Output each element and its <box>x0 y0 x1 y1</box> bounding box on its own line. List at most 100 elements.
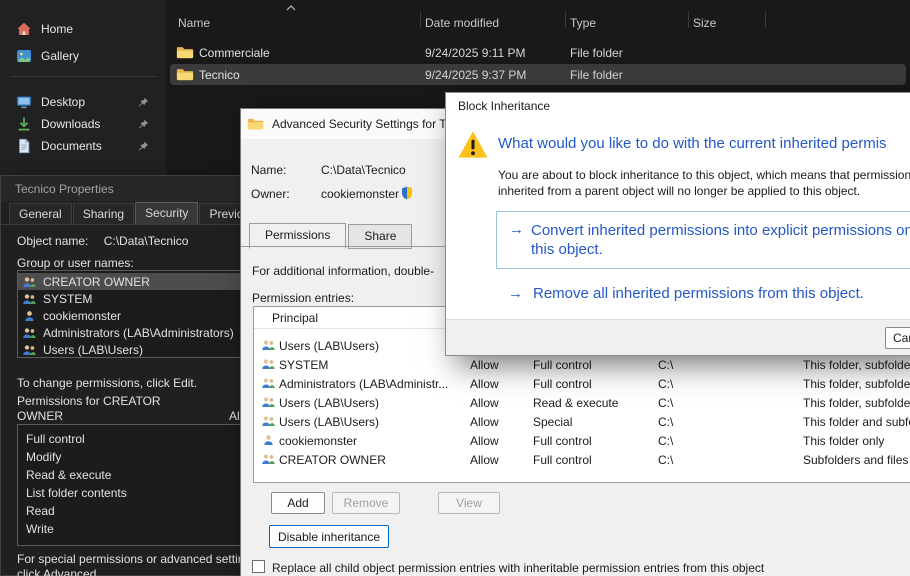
owner-value: cookiemonster <box>321 187 399 201</box>
file-type: File folder <box>570 68 623 82</box>
view-button[interactable]: View <box>438 492 500 514</box>
column-divider[interactable] <box>688 11 689 28</box>
folder-icon <box>176 45 194 60</box>
disable-inheritance-button[interactable]: Disable inheritance <box>269 525 389 548</box>
object-name-value: C:\Data\Tecnico <box>104 234 189 248</box>
groups-label: Group or user names: <box>17 256 134 270</box>
cancel-button[interactable]: Cancel <box>885 327 910 349</box>
block-title: Block Inheritance <box>458 99 550 113</box>
edit-hint: To change permissions, click Edit. <box>17 376 197 390</box>
name-label: Name: <box>251 163 286 177</box>
permission-name: Read <box>26 504 55 518</box>
replace-permissions-checkbox[interactable] <box>252 560 265 573</box>
column-header-type[interactable]: Type <box>570 16 596 30</box>
group-icon <box>261 415 276 427</box>
column-headers: Name Date modified Type Size <box>166 0 910 40</box>
documents-icon <box>16 138 32 154</box>
warning-icon <box>456 129 490 160</box>
entry-inherited-from: C:\ <box>658 396 673 410</box>
column-divider[interactable] <box>565 11 566 28</box>
permission-entry-row[interactable]: CREATOR OWNER Allow Full control C:\ Sub… <box>255 450 910 469</box>
file-name: Tecnico <box>199 68 240 82</box>
sidebar-item-documents[interactable]: Documents <box>5 133 161 159</box>
entry-inherited-from: C:\ <box>658 415 673 429</box>
permission-entry-row[interactable]: Users (LAB\Users) Allow Read & execute C… <box>255 393 910 412</box>
sidebar-item-label: Home <box>41 22 73 36</box>
group-icon <box>261 339 276 351</box>
sidebar-item-gallery[interactable]: Gallery <box>5 43 161 69</box>
file-type: File folder <box>570 46 623 60</box>
home-icon <box>16 21 32 37</box>
file-row-commerciale[interactable]: Commerciale 9/24/2025 9:11 PM File folde… <box>170 42 906 63</box>
group-icon <box>22 276 37 288</box>
entry-type: Allow <box>470 358 499 372</box>
entry-access: Special <box>533 415 572 429</box>
entry-type: Allow <box>470 415 499 429</box>
permission-entry-row[interactable]: Administrators (LAB\Administr... Allow F… <box>255 374 910 393</box>
file-date-modified: 9/24/2025 9:11 PM <box>425 46 526 60</box>
pin-icon <box>138 141 149 152</box>
group-name: SYSTEM <box>43 292 92 306</box>
block-title-bar[interactable]: Block Inheritance <box>446 93 910 119</box>
group-icon <box>261 453 276 465</box>
group-icon <box>261 377 276 389</box>
sidebar-item-label: Downloads <box>41 117 100 131</box>
permission-name: List folder contents <box>26 486 127 500</box>
sidebar-item-label: Desktop <box>41 95 85 109</box>
group-icon <box>22 344 37 356</box>
column-divider[interactable] <box>765 11 766 28</box>
object-name-label: Object name: <box>17 234 88 248</box>
column-header-size[interactable]: Size <box>693 16 716 30</box>
properties-title: Tecnico Properties <box>15 182 114 196</box>
tab-security[interactable]: Security <box>135 202 198 225</box>
remove-permissions-link[interactable]: → Remove all inherited permissions from … <box>508 285 864 302</box>
entry-applies-to: This folder and subfo <box>803 415 910 429</box>
file-row-tecnico[interactable]: Tecnico 9/24/2025 9:37 PM File folder <box>170 64 906 85</box>
permissions-label: Permissions for CREATOR OWNER <box>17 394 189 424</box>
entry-principal: Users (LAB\Users) <box>279 339 379 353</box>
permission-entry-row[interactable]: cookiemonster Allow Full control C:\ Thi… <box>255 431 910 450</box>
permission-entry-row[interactable]: Users (LAB\Users) Allow Special C:\ This… <box>255 412 910 431</box>
column-divider[interactable] <box>420 11 421 28</box>
add-button[interactable]: Add <box>271 492 325 514</box>
entry-access: Full control <box>533 453 592 467</box>
entry-principal: Users (LAB\Users) <box>279 396 379 410</box>
file-name: Commerciale <box>199 46 270 60</box>
group-icon <box>261 358 276 370</box>
entry-principal: Administrators (LAB\Administr... <box>279 377 448 391</box>
remove-button[interactable]: Remove <box>332 492 400 514</box>
principal-column-header: Principal <box>272 311 318 325</box>
sidebar-item-home[interactable]: Home <box>5 16 161 42</box>
permission-entry-row[interactable]: SYSTEM Allow Full control C:\ This folde… <box>255 355 910 374</box>
arrow-right-icon: → <box>508 285 523 302</box>
folder-icon <box>247 117 264 131</box>
entry-access: Full control <box>533 434 592 448</box>
sidebar-separator <box>10 76 156 77</box>
entry-principal: Users (LAB\Users) <box>279 415 379 429</box>
entry-access: Full control <box>533 358 592 372</box>
tab-general[interactable]: General <box>9 203 72 225</box>
name-value: C:\Data\Tecnico <box>321 163 406 177</box>
entry-inherited-from: C:\ <box>658 434 673 448</box>
entry-inherited-from: C:\ <box>658 453 673 467</box>
owner-label: Owner: <box>251 187 290 201</box>
file-date-modified: 9/24/2025 9:37 PM <box>425 68 526 82</box>
sidebar-item-label: Gallery <box>41 49 79 63</box>
group-name: Administrators (LAB\Administrators) <box>43 326 234 340</box>
downloads-icon <box>16 116 32 132</box>
entry-principal: cookiemonster <box>279 434 357 448</box>
entry-applies-to: This folder only <box>803 434 884 448</box>
block-body: You are about to block inheritance to th… <box>498 167 910 199</box>
column-header-name[interactable]: Name <box>178 16 210 30</box>
screen: Home Gallery Desktop Downloads Documents… <box>0 0 910 576</box>
convert-permissions-link[interactable]: → Convert inherited permissions into exp… <box>496 211 910 269</box>
column-header-date-modified[interactable]: Date modified <box>425 16 499 30</box>
gallery-icon <box>16 48 32 64</box>
uac-shield-icon <box>401 186 413 200</box>
block-heading: What would you like to do with the curre… <box>498 135 910 152</box>
entry-access: Full control <box>533 377 592 391</box>
entry-applies-to: This folder, subfolde <box>803 358 910 372</box>
advanced-hint-line1: For special permissions or advanced sett… <box>17 552 260 567</box>
block-body-line1: You are about to block inheritance to th… <box>498 167 910 183</box>
tab-sharing[interactable]: Sharing <box>73 203 134 225</box>
